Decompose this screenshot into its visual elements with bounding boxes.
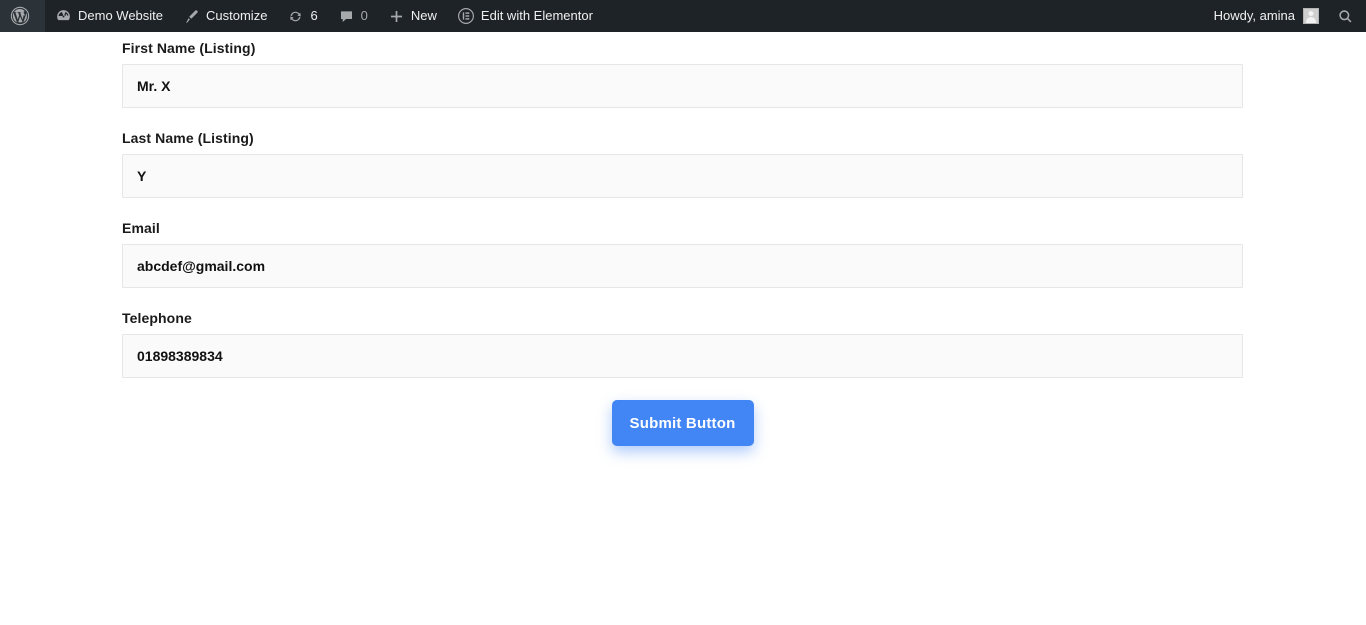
dashboard-icon <box>55 8 72 25</box>
field-telephone: Telephone <box>122 310 1243 378</box>
paintbrush-icon <box>183 8 200 25</box>
search-icon <box>1337 8 1354 25</box>
admin-bar-item-wp-logo[interactable] <box>0 0 45 32</box>
wp-admin-bar: Demo Website Customize 6 0 New Edit with… <box>0 0 1366 32</box>
field-first-name-listing: First Name (Listing) <box>122 40 1243 108</box>
admin-bar-comments-count: 0 <box>360 8 368 23</box>
avatar <box>1303 8 1319 24</box>
admin-bar-item-customize[interactable]: Customize <box>173 0 277 32</box>
input-first-name-listing[interactable] <box>122 64 1243 108</box>
admin-bar-updates-count: 6 <box>310 8 318 23</box>
field-last-name-listing: Last Name (Listing) <box>122 130 1243 198</box>
admin-bar-right-group: Howdy, amina <box>1204 0 1366 32</box>
listing-contact-form: First Name (Listing) Last Name (Listing)… <box>122 40 1243 446</box>
elementor-icon <box>457 7 475 25</box>
admin-bar-item-search[interactable] <box>1325 0 1366 32</box>
field-email: Email <box>122 220 1243 288</box>
submit-button[interactable]: Submit Button <box>611 400 754 446</box>
admin-bar-label-customize: Customize <box>206 8 268 23</box>
comment-bubble-icon <box>338 8 355 25</box>
input-telephone[interactable] <box>122 334 1243 378</box>
admin-bar-item-comments[interactable]: 0 <box>328 0 378 32</box>
admin-bar-left-group: Demo Website Customize 6 0 New Edit with… <box>0 0 603 32</box>
update-arrows-icon <box>287 8 304 25</box>
submit-row: Submit Button <box>122 400 1243 446</box>
admin-bar-item-updates[interactable]: 6 <box>277 0 327 32</box>
howdy-label: Howdy, amina <box>1213 8 1295 23</box>
label-telephone: Telephone <box>122 310 192 326</box>
page-content: First Name (Listing) Last Name (Listing)… <box>0 32 1366 625</box>
admin-bar-label-site-name: Demo Website <box>78 8 164 23</box>
wordpress-logo-icon <box>10 6 30 26</box>
label-first-name-listing: First Name (Listing) <box>122 40 256 56</box>
admin-bar-item-my-account[interactable]: Howdy, amina <box>1204 0 1325 32</box>
admin-bar-item-new[interactable]: New <box>378 0 447 32</box>
admin-bar-label-elementor: Edit with Elementor <box>480 8 593 23</box>
label-last-name-listing: Last Name (Listing) <box>122 130 254 146</box>
admin-bar-item-site-name[interactable]: Demo Website <box>45 0 173 32</box>
input-last-name-listing[interactable] <box>122 154 1243 198</box>
input-email[interactable] <box>122 244 1243 288</box>
admin-bar-item-elementor[interactable]: Edit with Elementor <box>447 0 603 32</box>
plus-icon <box>388 8 405 25</box>
admin-bar-label-new: New <box>410 8 437 23</box>
label-email: Email <box>122 220 160 236</box>
